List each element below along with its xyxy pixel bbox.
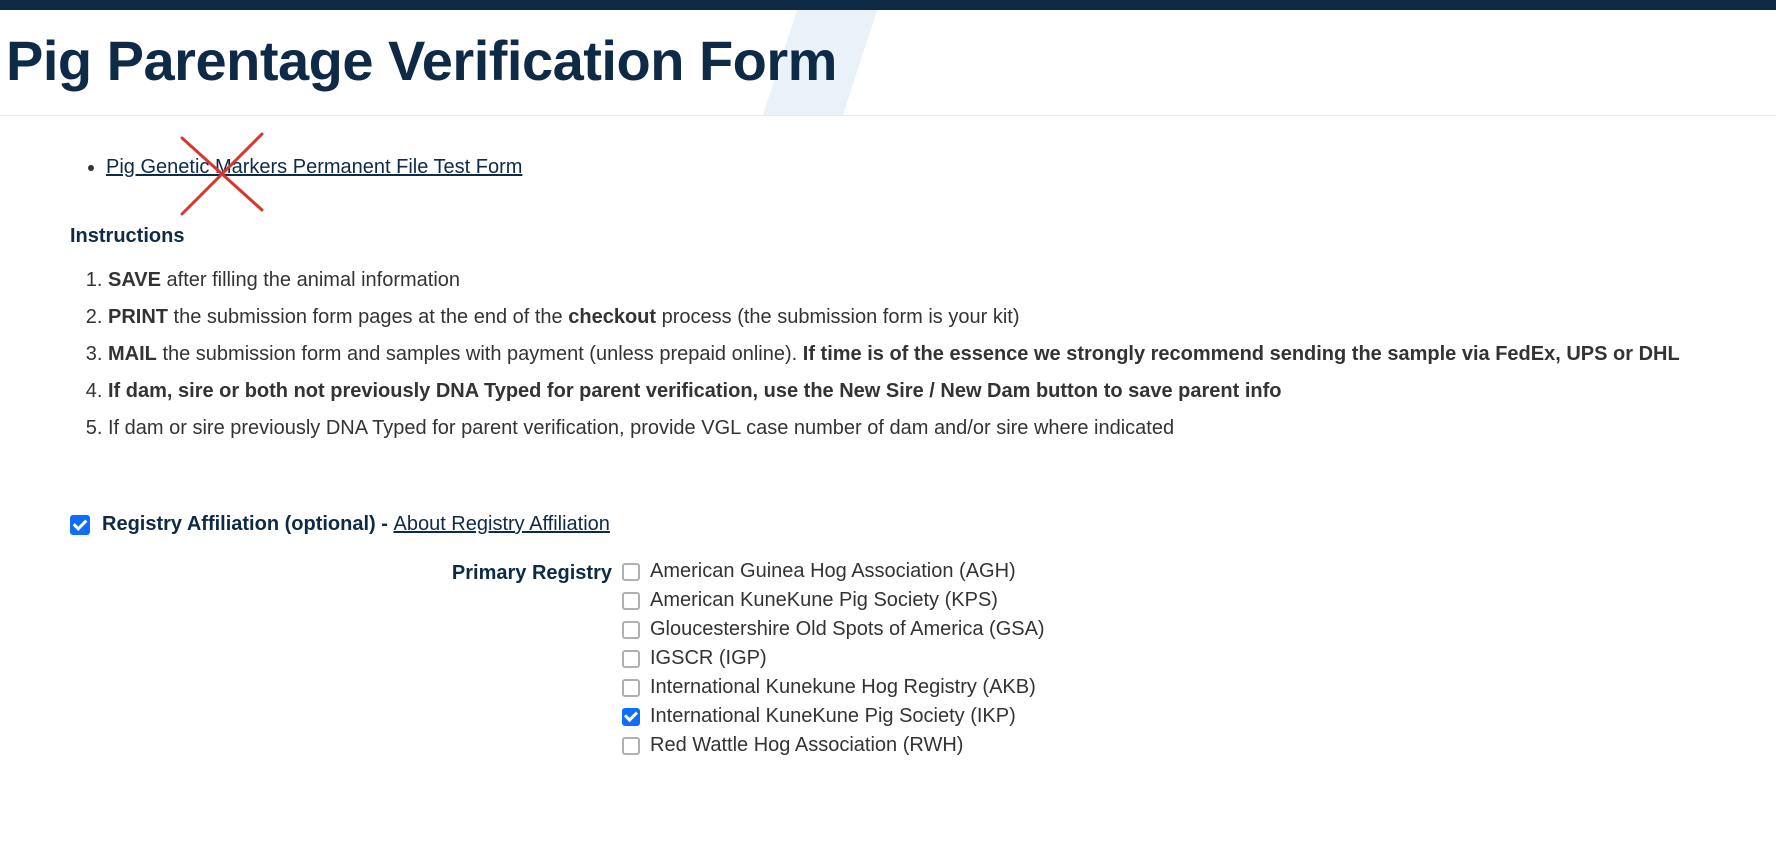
registry-option: International Kunekune Hog Registry (AKB… [622, 676, 1045, 699]
primary-registry-label: Primary Registry [452, 562, 612, 584]
registry-option: Red Wattle Hog Association (RWH) [622, 734, 1045, 757]
registry-option-label: International Kunekune Hog Registry (AKB… [650, 676, 1036, 699]
instruction-text: If dam or sire previously DNA Typed for … [108, 417, 1174, 439]
instruction-bold: MAIL [108, 343, 157, 365]
registry-option: Gloucestershire Old Spots of America (GS… [622, 618, 1045, 641]
instruction-bold: If dam, sire or both not previously DNA … [108, 380, 1282, 402]
instruction-bold: PRINT [108, 306, 168, 328]
instructions-heading: Instructions [70, 225, 1706, 248]
registry-option-label: IGSCR (IGP) [650, 647, 767, 670]
about-registry-link[interactable]: About Registry Affiliation [393, 513, 609, 535]
registry-option: IGSCR (IGP) [622, 647, 1045, 670]
registry-option: American Guinea Hog Association (AGH) [622, 560, 1045, 583]
related-link-block: Pig Genetic Markers Permanent File Test … [106, 156, 1706, 179]
instruction-bold: If time is of the essence we strongly re… [803, 343, 1680, 365]
registry-option-checkbox[interactable] [622, 621, 640, 639]
registry-option-checkbox[interactable] [622, 679, 640, 697]
registry-affiliation-label: Registry Affiliation (optional) [102, 513, 376, 535]
instruction-text: the submission form and samples with pay… [157, 343, 803, 365]
genetic-markers-link[interactable]: Pig Genetic Markers Permanent File Test … [106, 156, 522, 178]
page-title: Pig Parentage Verification Form [0, 10, 1776, 115]
registry-option: International KuneKune Pig Society (IKP) [622, 705, 1045, 728]
instruction-text: after filling the animal information [161, 269, 460, 291]
registry-option-checkbox[interactable] [622, 592, 640, 610]
registry-affiliation-row: Registry Affiliation (optional) - About … [70, 513, 1706, 536]
registry-option-checkbox[interactable] [622, 563, 640, 581]
page-header: Pig Parentage Verification Form [0, 10, 1776, 116]
registry-option-label: American Guinea Hog Association (AGH) [650, 560, 1016, 583]
instruction-item-5: If dam or sire previously DNA Typed for … [108, 414, 1706, 443]
instruction-bold: checkout [568, 306, 656, 328]
registry-option: American KuneKune Pig Society (KPS) [622, 589, 1045, 612]
registry-option-label: American KuneKune Pig Society (KPS) [650, 589, 998, 612]
list-item: Pig Genetic Markers Permanent File Test … [106, 156, 1706, 179]
instruction-item-1: SAVE after filling the animal informatio… [108, 266, 1706, 295]
primary-registry-section: Primary Registry American Guinea Hog Ass… [70, 560, 1706, 757]
registry-option-checkbox[interactable] [622, 650, 640, 668]
registry-option-label: International KuneKune Pig Society (IKP) [650, 705, 1016, 728]
instruction-item-4: If dam, sire or both not previously DNA … [108, 377, 1706, 406]
instruction-text: process (the submission form is your kit… [656, 306, 1019, 328]
instruction-item-2: PRINT the submission form pages at the e… [108, 303, 1706, 332]
instruction-bold: SAVE [108, 269, 161, 291]
registry-option-checkbox[interactable] [622, 708, 640, 726]
instructions-list: SAVE after filling the animal informatio… [70, 266, 1706, 443]
primary-registry-options: American Guinea Hog Association (AGH) Ame… [622, 560, 1045, 757]
instruction-text: the submission form pages at the end of … [168, 306, 568, 328]
top-bar [0, 0, 1776, 10]
instruction-item-3: MAIL the submission form and samples wit… [108, 340, 1706, 369]
registry-option-checkbox[interactable] [622, 737, 640, 755]
primary-registry-label-col: Primary Registry [70, 560, 622, 757]
registry-affiliation-text: Registry Affiliation (optional) - About … [102, 513, 610, 536]
registry-affiliation-checkbox[interactable] [70, 515, 90, 535]
dash: - [376, 513, 394, 535]
registry-option-label: Red Wattle Hog Association (RWH) [650, 734, 963, 757]
registry-option-label: Gloucestershire Old Spots of America (GS… [650, 618, 1045, 641]
content-area: Pig Genetic Markers Permanent File Test … [0, 116, 1776, 797]
